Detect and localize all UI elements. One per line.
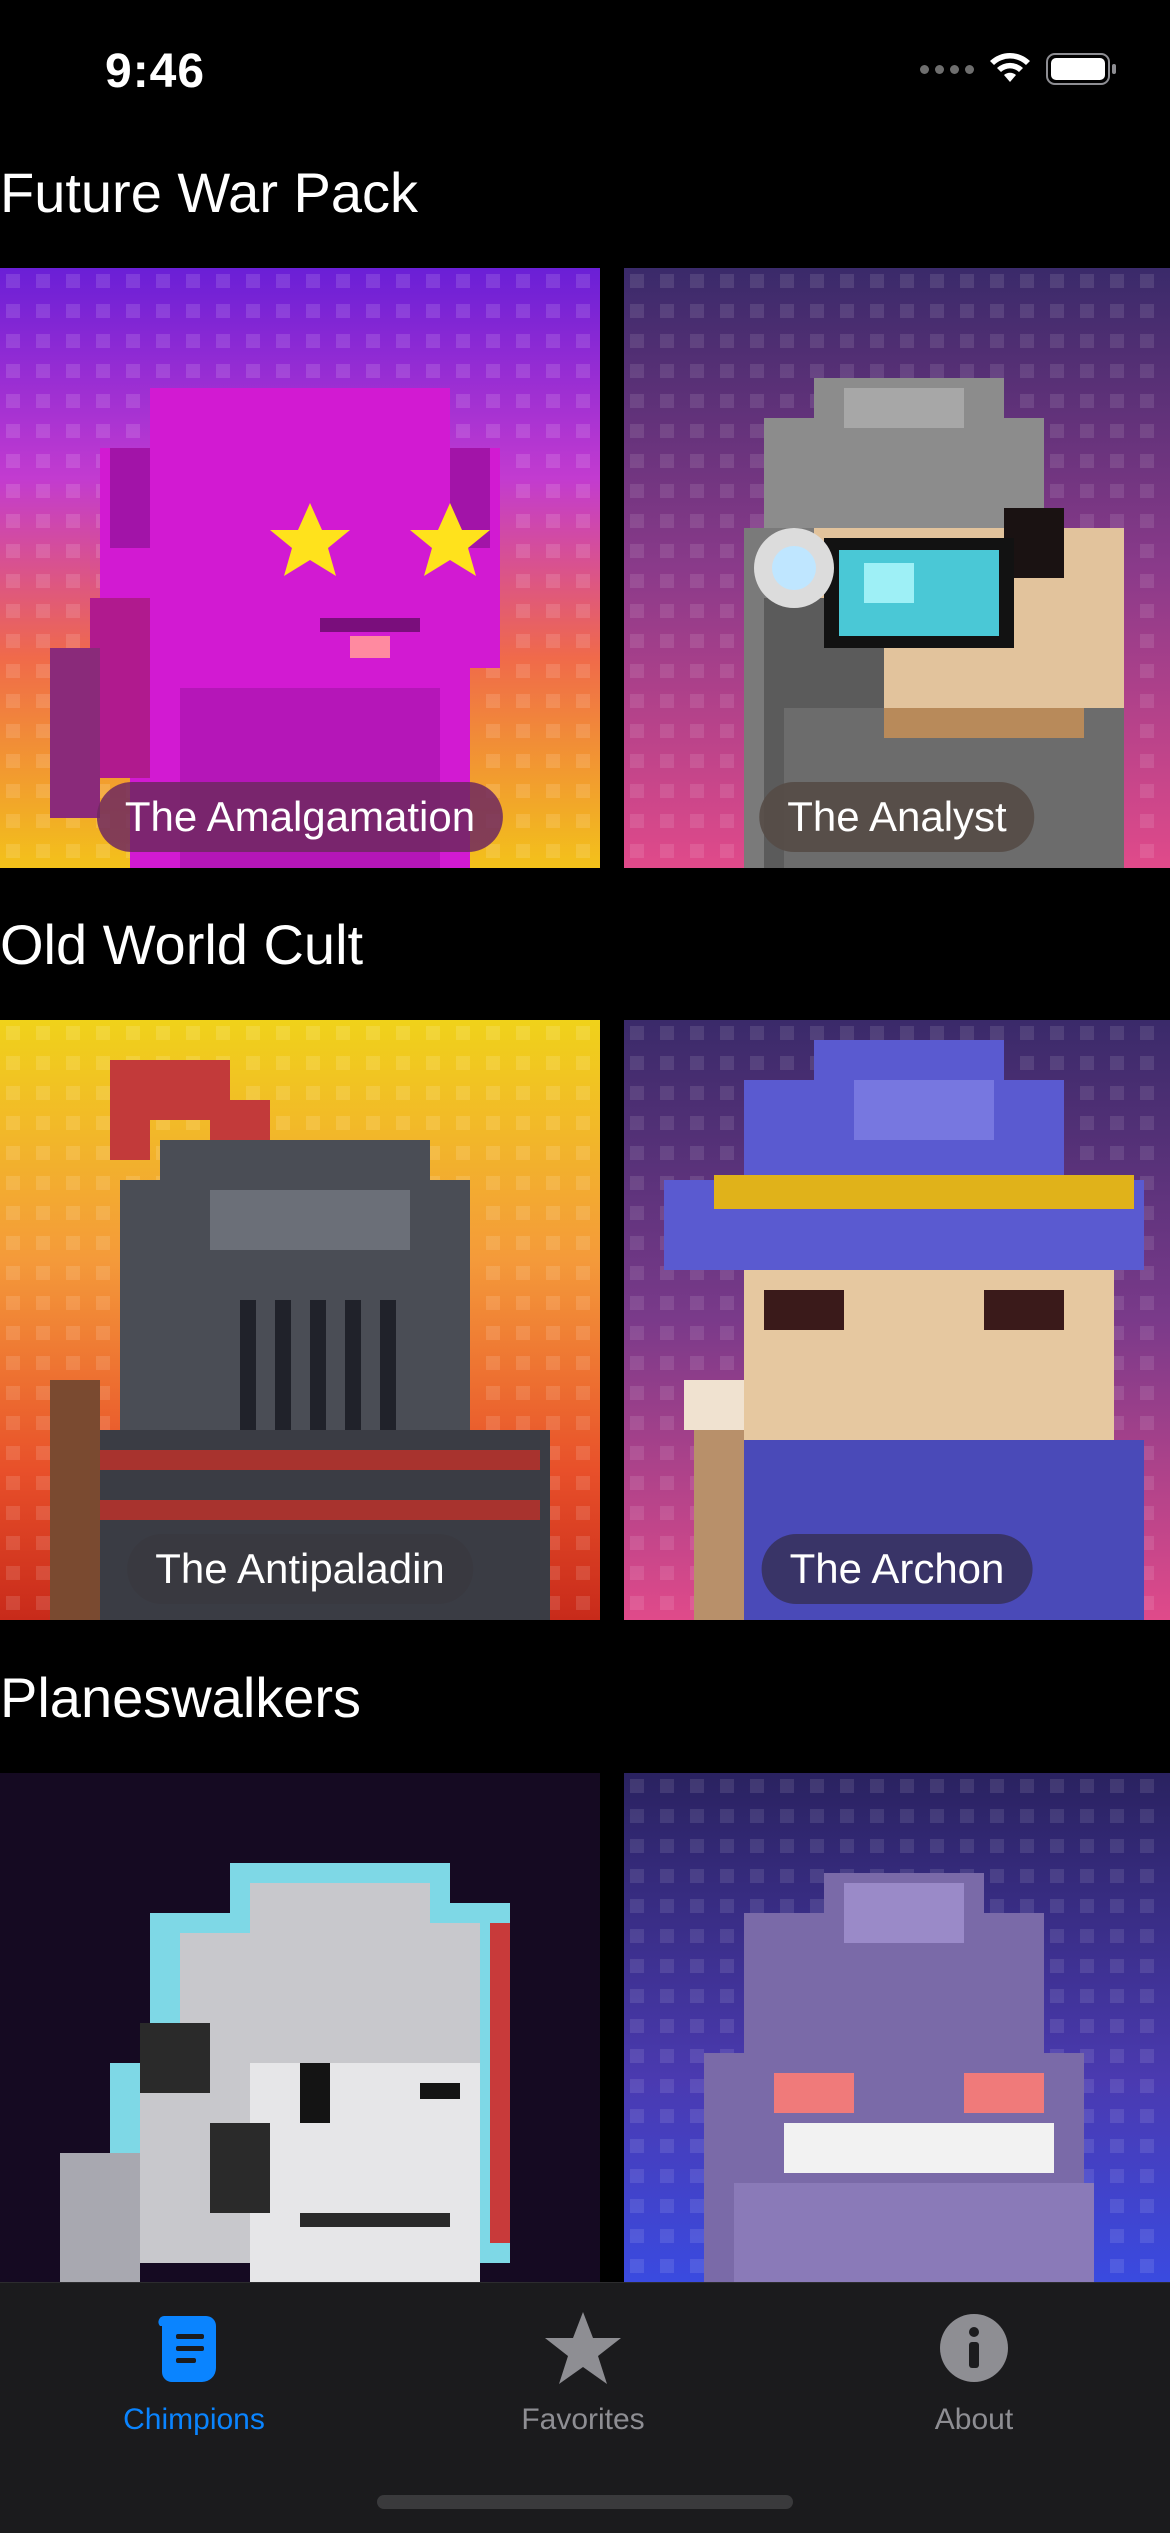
champion-tile-analyst[interactable]: The Analyst <box>624 268 1170 868</box>
home-indicator[interactable] <box>377 2495 793 2509</box>
champion-tile-antipaladin[interactable]: The Antipaladin <box>0 1020 600 1620</box>
tab-about[interactable]: About <box>824 2303 1124 2437</box>
champion-name-label: The Antipaladin <box>127 1534 473 1604</box>
section-title-future-war-pack: Future War Pack <box>0 161 419 224</box>
tab-bar: Chimpions Favorites About <box>0 2282 1170 2533</box>
champion-tile-planeswalker-2[interactable] <box>624 1773 1170 2282</box>
champion-name-label: The Analyst <box>759 782 1035 852</box>
status-bar: 9:46 <box>0 0 1170 150</box>
champion-portrait-planeswalker-2 <box>624 1773 1170 2282</box>
cellular-signal-icon <box>920 64 974 74</box>
tab-chimpions[interactable]: Chimpions <box>44 2303 344 2437</box>
section-title-old-world-cult: Old World Cult <box>0 913 364 976</box>
champion-portrait-amalgamation <box>0 268 600 868</box>
status-icons <box>920 52 1118 86</box>
champion-portrait-planeswalker-1 <box>0 1773 600 2282</box>
section-title-planeswalkers: Planeswalkers <box>0 1666 362 1729</box>
champion-portrait-archon <box>624 1020 1170 1620</box>
tab-favorites[interactable]: Favorites <box>433 2303 733 2437</box>
champion-tile-amalgamation[interactable]: The Amalgamation <box>0 268 600 868</box>
info-icon <box>938 2303 1010 2393</box>
champion-portrait-analyst <box>624 268 1170 868</box>
status-time: 9:46 <box>105 45 206 98</box>
champion-portrait-antipaladin <box>0 1020 600 1620</box>
champion-name-label: The Archon <box>761 1534 1033 1604</box>
tab-label-chimpions: Chimpions <box>123 2403 265 2436</box>
champion-tile-archon[interactable]: The Archon <box>624 1020 1170 1620</box>
battery-icon <box>1046 53 1116 85</box>
tab-label-about: About <box>934 2403 1014 2436</box>
scroll-icon <box>156 2303 232 2393</box>
champion-name-label: The Amalgamation <box>96 782 504 852</box>
wifi-icon <box>990 53 1030 82</box>
star-icon <box>543 2303 623 2393</box>
tab-label-favorites: Favorites <box>521 2403 645 2436</box>
champion-tile-planeswalker-1[interactable] <box>0 1773 600 2282</box>
